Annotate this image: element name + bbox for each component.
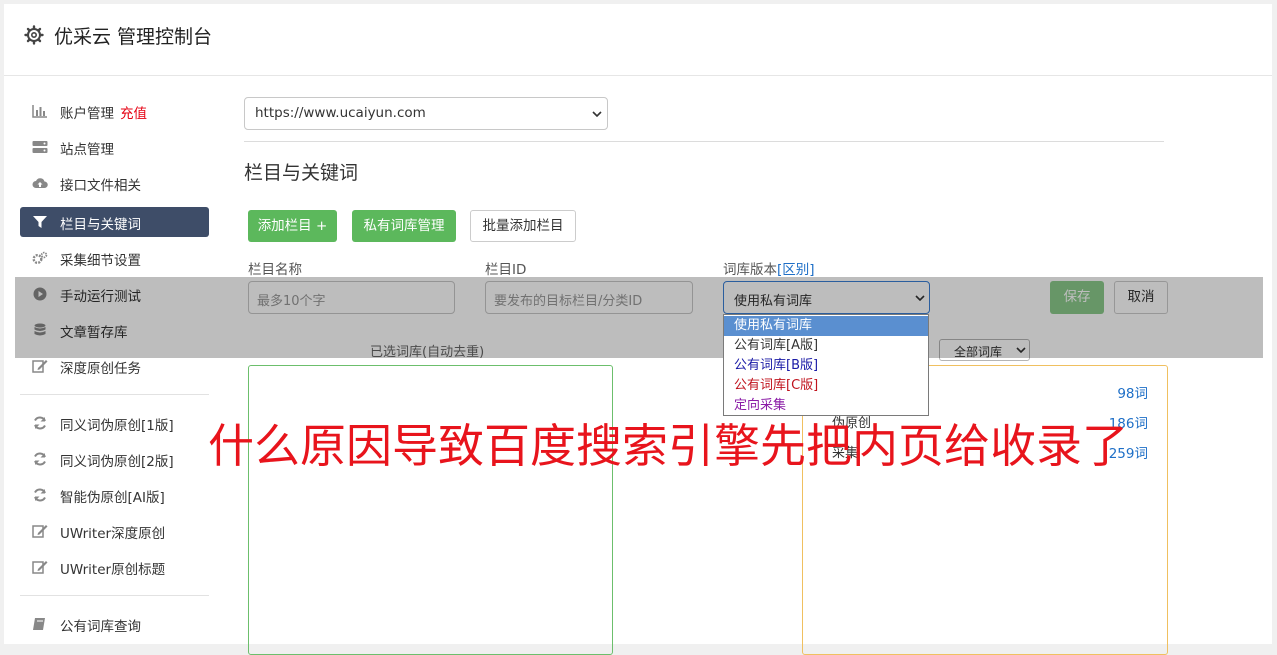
private-library-button[interactable]: 私有词库管理 bbox=[352, 210, 456, 242]
batch-add-button[interactable]: 批量添加栏目 bbox=[470, 210, 576, 242]
overlay-caption: 什么原因导致百度搜索引擎先把内页给收录了 bbox=[208, 419, 1128, 473]
sidebar-item-label: 深度原创任务 bbox=[60, 361, 141, 377]
refresh-icon bbox=[34, 416, 46, 430]
play-circle-icon bbox=[33, 287, 47, 301]
cancel-button[interactable]: 取消 bbox=[1114, 281, 1168, 314]
version-select[interactable]: 使用私有词库 bbox=[723, 281, 930, 314]
edit-icon bbox=[32, 360, 48, 373]
sidebar-item-uwriter-title[interactable]: UWriter原创标题 bbox=[20, 552, 209, 582]
sidebar-item-synonym-v2[interactable]: 同义词伪原创[2版] bbox=[20, 444, 209, 474]
column-name-input[interactable]: 最多10个字 bbox=[248, 281, 455, 314]
chevron-down-icon bbox=[915, 295, 925, 301]
app-title: 优采云 管理控制台 bbox=[54, 26, 213, 48]
sidebar-item-label: 栏目与关键词 bbox=[60, 217, 141, 233]
selected-library-caption: 已选词库(自动去重) bbox=[370, 345, 485, 360]
sidebar-item-deep-original[interactable]: 深度原创任务 bbox=[20, 351, 209, 381]
chevron-down-icon bbox=[1016, 347, 1026, 353]
sidebar-item-manual-run[interactable]: 手动运行测试 bbox=[20, 279, 209, 309]
dropdown-option[interactable]: 公有词库[A版] bbox=[724, 336, 928, 356]
sidebar-item-uwriter-deep[interactable]: UWriter深度原创 bbox=[20, 516, 209, 546]
sidebar-item-label: 账户管理 bbox=[60, 106, 114, 122]
site-select[interactable]: https://www.ucaiyun.com bbox=[244, 97, 608, 130]
edit-icon bbox=[32, 525, 48, 538]
sidebar-item-account[interactable]: 账户管理 充值 bbox=[20, 96, 209, 126]
cloud-upload-icon bbox=[32, 178, 48, 188]
bar-chart-icon bbox=[32, 105, 47, 118]
filter-icon bbox=[33, 216, 47, 228]
sidebar-item-label: 公有词库查询 bbox=[60, 619, 141, 635]
database-icon bbox=[34, 323, 46, 336]
version-label: 词库版本[区别] bbox=[723, 262, 815, 278]
book-icon bbox=[33, 618, 45, 630]
sidebar-item-sites[interactable]: 站点管理 bbox=[20, 132, 209, 162]
site-select-value: https://www.ucaiyun.com bbox=[255, 105, 426, 121]
refresh-icon bbox=[34, 452, 46, 466]
page-header: 优采云 管理控制台 bbox=[4, 4, 1272, 76]
library-filter-value: 全部词库 bbox=[954, 345, 1003, 359]
sidebar-divider bbox=[20, 595, 209, 596]
sidebar-item-public-lib[interactable]: 公有词库查询 bbox=[20, 609, 209, 639]
refresh-icon bbox=[34, 488, 46, 502]
column-id-label: 栏目ID bbox=[485, 262, 527, 278]
sidebar-item-label: 同义词伪原创[1版] bbox=[60, 418, 174, 434]
sidebar-divider bbox=[20, 394, 209, 395]
column-name-label: 栏目名称 bbox=[248, 262, 302, 278]
version-dropdown-list: 使用私有词库 公有词库[A版] 公有词库[B版] 公有词库[C版] 定向采集 bbox=[723, 314, 929, 416]
sidebar-item-label: 智能伪原创[AI版] bbox=[60, 490, 165, 506]
chevron-down-icon bbox=[592, 111, 602, 117]
sidebar-item-label: UWriter深度原创 bbox=[60, 526, 166, 542]
column-name-placeholder: 最多10个字 bbox=[257, 294, 326, 309]
page-title: 栏目与关键词 bbox=[244, 162, 359, 184]
difference-link[interactable]: [区别] bbox=[777, 262, 815, 278]
sidebar-item-synonym-v1[interactable]: 同义词伪原创[1版] bbox=[20, 408, 209, 438]
sidebar-item-collect-settings[interactable]: 采集细节设置 bbox=[20, 243, 209, 273]
cogs-icon bbox=[32, 251, 48, 264]
divider bbox=[244, 141, 1164, 142]
library-filter-select[interactable]: 全部词库 bbox=[939, 339, 1030, 361]
server-icon bbox=[32, 141, 48, 153]
sidebar-item-label: 采集细节设置 bbox=[60, 253, 141, 269]
sidebar-item-label: 同义词伪原创[2版] bbox=[60, 454, 174, 470]
recharge-link[interactable]: 充值 bbox=[120, 106, 147, 122]
dropdown-option[interactable]: 使用私有词库 bbox=[724, 316, 928, 336]
library-count: 98词 bbox=[1117, 386, 1148, 402]
version-select-value: 使用私有词库 bbox=[734, 294, 813, 309]
dropdown-option[interactable]: 公有词库[B版] bbox=[724, 356, 928, 376]
sidebar-item-label: 手动运行测试 bbox=[60, 289, 141, 305]
add-column-button[interactable]: 添加栏目 + bbox=[248, 210, 337, 242]
sidebar-item-label: 站点管理 bbox=[60, 142, 114, 158]
sidebar-item-staging[interactable]: 文章暂存库 bbox=[20, 315, 209, 345]
selected-library-box[interactable] bbox=[248, 365, 613, 655]
sidebar-item-label: 接口文件相关 bbox=[60, 178, 141, 194]
sidebar-item-interface[interactable]: 接口文件相关 bbox=[20, 168, 209, 198]
sidebar-item-label: UWriter原创标题 bbox=[60, 562, 166, 578]
edit-icon bbox=[32, 561, 48, 574]
save-button[interactable]: 保存 bbox=[1050, 281, 1104, 314]
dropdown-option[interactable]: 公有词库[C版] bbox=[724, 376, 928, 396]
sidebar-item-columns[interactable]: 栏目与关键词 bbox=[20, 207, 209, 237]
gear-icon bbox=[24, 25, 44, 45]
column-id-input[interactable]: 要发布的目标栏目/分类ID bbox=[485, 281, 693, 314]
sidebar-item-ai-rewrite[interactable]: 智能伪原创[AI版] bbox=[20, 480, 209, 510]
column-id-placeholder: 要发布的目标栏目/分类ID bbox=[494, 294, 643, 309]
sidebar-item-label: 文章暂存库 bbox=[60, 325, 128, 341]
